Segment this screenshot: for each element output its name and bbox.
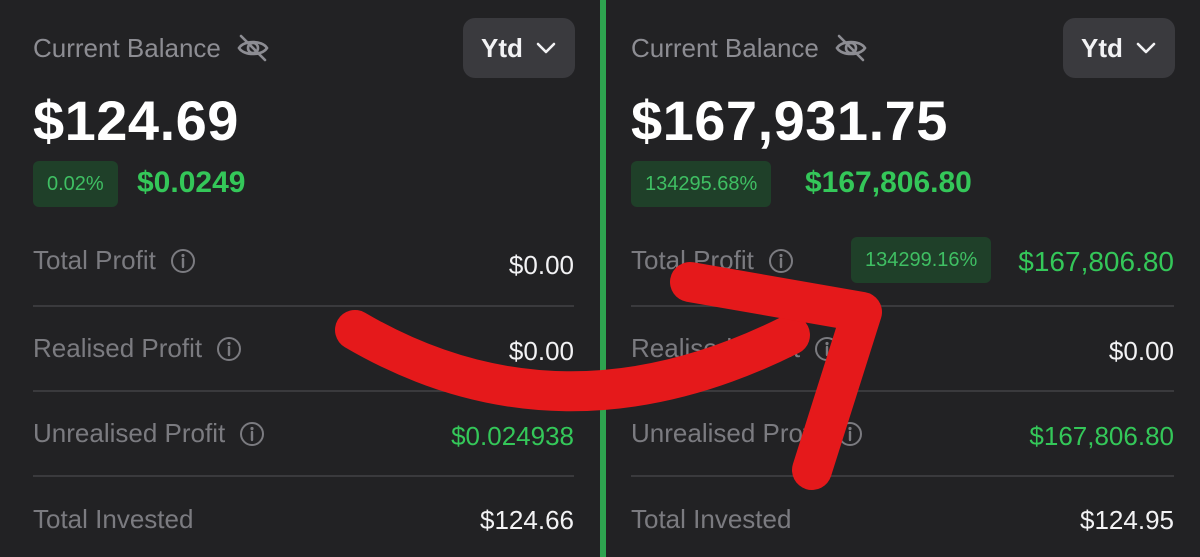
eye-off-icon[interactable] xyxy=(235,30,271,66)
realised-profit-value: $0.00 xyxy=(1108,336,1174,366)
change-percent-badge: 0.02% xyxy=(33,161,118,207)
total-invested-value: $124.95 xyxy=(1080,505,1174,535)
total-invested-value: $124.66 xyxy=(480,505,574,535)
info-icon[interactable] xyxy=(814,336,840,362)
total-invested-label: Total Invested xyxy=(631,504,791,535)
realised-profit-label: Realised Profit xyxy=(33,333,242,364)
info-icon[interactable] xyxy=(837,421,863,447)
realised-profit-label: Realised Profit xyxy=(631,333,840,364)
chevron-down-icon xyxy=(1136,42,1156,54)
unrealised-profit-value: $167,806.80 xyxy=(1029,421,1174,451)
period-dropdown-label: Ytd xyxy=(481,32,523,63)
right-balance-panel: Current Balance Ytd $167,931.75 134295.6… xyxy=(606,0,1200,557)
change-amount: $0.0249 xyxy=(137,166,246,199)
info-icon[interactable] xyxy=(239,421,265,447)
unrealised-profit-label-text: Unrealised Profit xyxy=(631,418,824,448)
total-profit-label: Total Profit xyxy=(33,245,196,276)
total-profit-value: $0.00 xyxy=(508,250,574,280)
balance-value: $167,931.75 xyxy=(631,89,948,152)
realised-profit-label-text: Realised Profit xyxy=(631,333,801,363)
total-invested-label: Total Invested xyxy=(33,504,193,535)
total-profit-percent-badge: 134299.16% xyxy=(851,237,992,283)
info-icon[interactable] xyxy=(216,336,242,362)
current-balance-label: Current Balance xyxy=(631,30,869,66)
total-invested-label-text: Total Invested xyxy=(33,504,194,534)
period-dropdown[interactable]: Ytd xyxy=(1063,18,1175,78)
divider xyxy=(631,475,1174,477)
period-dropdown[interactable]: Ytd xyxy=(463,18,575,78)
total-profit-label-text: Total Profit xyxy=(631,245,754,275)
info-icon[interactable] xyxy=(768,248,794,274)
balance-value: $124.69 xyxy=(33,89,239,152)
current-balance-label: Current Balance xyxy=(33,30,271,66)
unrealised-profit-label: Unrealised Profit xyxy=(33,418,265,449)
realised-profit-label-text: Realised Profit xyxy=(33,333,203,363)
divider xyxy=(631,390,1174,392)
info-icon[interactable] xyxy=(170,248,196,274)
divider xyxy=(33,305,574,307)
total-invested-label-text: Total Invested xyxy=(631,504,792,534)
unrealised-profit-label-text: Unrealised Profit xyxy=(33,418,226,448)
total-profit-value: $167,806.80 xyxy=(1018,246,1174,277)
eye-off-icon[interactable] xyxy=(833,30,869,66)
change-amount: $167,806.80 xyxy=(805,166,972,199)
divider xyxy=(33,475,574,477)
divider xyxy=(33,390,574,392)
current-balance-label-text: Current Balance xyxy=(631,32,819,63)
chevron-down-icon xyxy=(536,42,556,54)
unrealised-profit-value: $0.024938 xyxy=(451,421,574,451)
current-balance-label-text: Current Balance xyxy=(33,32,221,63)
unrealised-profit-label: Unrealised Profit xyxy=(631,418,863,449)
change-percent-badge: 134295.68% xyxy=(631,161,772,207)
total-profit-label-text: Total Profit xyxy=(33,245,156,275)
divider xyxy=(631,305,1174,307)
period-dropdown-label: Ytd xyxy=(1081,32,1123,63)
realised-profit-value: $0.00 xyxy=(508,336,574,366)
left-balance-panel: Current Balance Ytd $124.69 0.02% $0.024… xyxy=(0,0,600,557)
total-profit-label: Total Profit xyxy=(631,245,794,276)
